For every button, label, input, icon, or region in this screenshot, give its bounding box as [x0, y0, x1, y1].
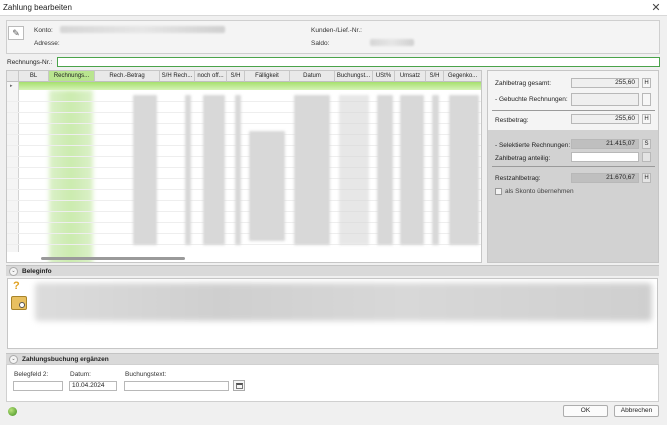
zahlbetrag-gesamt-label: Zahlbetrag gesamt:	[495, 80, 552, 87]
zahlbetrag-anteilig-sh-toggle[interactable]	[642, 152, 651, 162]
title-bar	[0, 0, 667, 16]
zahlbetrag-gesamt-sh-toggle[interactable]: H	[642, 78, 651, 88]
datum-input[interactable]: 10.04.2024	[69, 381, 117, 391]
konto-value	[60, 26, 225, 33]
col-header-rech-betrag[interactable]: Rech.-Betrag	[95, 71, 160, 82]
chevron-down-icon[interactable]: ⌄	[9, 355, 18, 364]
gebuchte-rechnungen-sh-toggle[interactable]	[642, 93, 651, 106]
blurred-cells-datum	[294, 95, 330, 245]
col-header-bl[interactable]: BL	[19, 71, 49, 82]
selected-row[interactable]	[19, 82, 481, 90]
zahlungsbuchung-section-header[interactable]: ⌄ Zahlungsbuchung ergänzen	[6, 353, 659, 364]
col-header-sh[interactable]: S/H	[227, 71, 245, 82]
status-indicator-icon	[8, 407, 17, 416]
col-header-umsatz[interactable]: Umsatz	[395, 71, 426, 82]
skonto-label: als Skonto übernehmen	[505, 188, 574, 195]
help-icon[interactable]: ?	[13, 280, 20, 292]
belegfeld-input[interactable]	[13, 381, 63, 391]
gebuchte-rechnungen-label: - Gebuchte Rechnungen:	[495, 96, 568, 103]
datum-label: Datum:	[70, 371, 91, 378]
col-header-sh-umsatz[interactable]: S/H	[426, 71, 444, 82]
gebuchte-rechnungen-value	[571, 93, 639, 106]
selection-summary-panel	[488, 130, 658, 262]
summary-divider-2	[492, 166, 655, 167]
rechnungsnr-column-highlight	[49, 90, 93, 262]
edit-document-icon[interactable]: ✎	[8, 26, 24, 40]
col-header-rechnungsnr[interactable]: Rechnungs...	[49, 71, 95, 82]
restzahlbetrag-sh-toggle[interactable]: H	[642, 173, 651, 183]
saldo-value	[370, 39, 414, 46]
saldo-label: Saldo:	[311, 40, 330, 47]
selektierte-rechnungen-label: - Selektierte Rechnungen:	[495, 142, 571, 149]
beleginfo-section-header[interactable]: ⌄ Beleginfo	[6, 265, 659, 276]
zahlungsbuchung-title: Zahlungsbuchung ergänzen	[22, 356, 109, 363]
col-header-datum[interactable]: Datum	[290, 71, 335, 82]
restzahlbetrag-label: Restzahlbetrag:	[495, 175, 541, 182]
kunden-nr-label: Kunden-/Lief.-Nr.:	[311, 27, 362, 34]
belegfeld-label: Belegfeld 2:	[14, 371, 49, 378]
adresse-label: Adresse:	[34, 40, 60, 47]
selektierte-rechnungen-value: 21.415,07	[571, 139, 639, 149]
col-header-faelligkeit[interactable]: Fälligkeit	[245, 71, 290, 82]
calendar-icon[interactable]	[233, 380, 245, 391]
restbetrag-label: Restbetrag:	[495, 117, 529, 124]
zahlbetrag-anteilig-label: Zahlbetrag anteilig:	[495, 155, 551, 162]
restbetrag-sh-toggle[interactable]: H	[642, 114, 651, 124]
blurred-cells-sh	[235, 95, 241, 245]
blurred-cells-sh-umsatz	[432, 95, 439, 245]
col-header-buchungstext[interactable]: Buchungst...	[335, 71, 373, 82]
abbrechen-button[interactable]: Abbrechen	[614, 405, 659, 417]
rechnungsnr-label: Rechnungs-Nr.:	[7, 59, 53, 66]
buchungstext-input[interactable]	[124, 381, 229, 391]
blurred-cells-umsatz	[400, 95, 424, 245]
chevron-down-icon[interactable]: ⌄	[9, 267, 18, 276]
document-search-icon[interactable]	[11, 296, 27, 310]
blurred-cells-buchungstext	[339, 95, 369, 245]
horizontal-scrollbar[interactable]	[41, 257, 185, 260]
blurred-cells-ust	[377, 95, 393, 245]
zahlbetrag-gesamt-value: 255,60	[571, 78, 639, 88]
rechnungsnr-input[interactable]	[57, 57, 660, 67]
zahlbetrag-anteilig-input[interactable]	[571, 152, 639, 162]
current-row-arrow-icon: ▸	[10, 83, 13, 89]
skonto-checkbox[interactable]	[495, 188, 502, 195]
konto-label: Konto:	[34, 27, 53, 34]
window-title: Zahlung bearbeiten	[3, 3, 72, 12]
selektierte-rechnungen-sh-toggle[interactable]: S	[642, 139, 651, 149]
beleginfo-blurred-content	[35, 283, 652, 321]
col-header-ust[interactable]: USt%	[373, 71, 395, 82]
blurred-cells-sh-rech	[185, 95, 191, 245]
summary-divider	[492, 110, 655, 111]
buchungstext-label: Buchungstext:	[125, 371, 167, 378]
restbetrag-value: 255,60	[571, 114, 639, 124]
invoice-grid[interactable]: BL Rechnungs... Rech.-Betrag S/H Rech...…	[6, 70, 482, 263]
col-header-gegenkonto[interactable]: Gegenko...	[444, 71, 481, 82]
ok-button[interactable]: OK	[563, 405, 608, 417]
blurred-cells-gegenkonto	[449, 95, 479, 245]
close-icon[interactable]: ✕	[649, 1, 663, 15]
blurred-cells-rech-betrag	[133, 95, 157, 245]
restzahlbetrag-value: 21.670,67	[571, 173, 639, 183]
beleginfo-title: Beleginfo	[22, 268, 52, 275]
col-header-sh-rech[interactable]: S/H Rech...	[160, 71, 195, 82]
col-header-noch-offen[interactable]: noch off...	[195, 71, 227, 82]
grid-corner	[7, 71, 19, 82]
blurred-cells-noch-offen	[203, 95, 225, 245]
blurred-cells-faelligkeit	[249, 131, 285, 241]
